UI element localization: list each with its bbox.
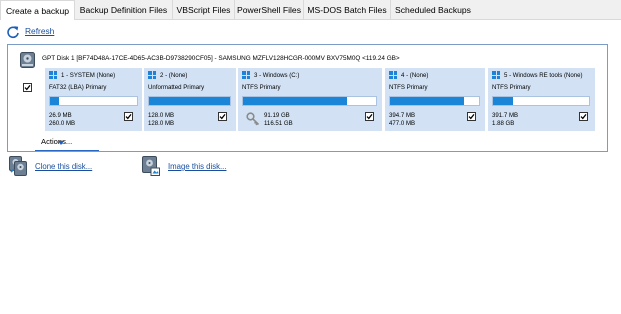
image-disk-icon[interactable] [142,156,160,176]
partition-used: 394.7 MB [389,112,416,119]
partition-card[interactable]: 2 - (None) Unformatted Primary 128.0 MB … [144,68,236,131]
partition-usage-fill [390,97,464,105]
refresh-icon[interactable] [6,25,20,39]
partition-total: 477.0 MB [389,120,416,127]
partition-used: 128.0 MB [148,112,175,119]
partition-usage-bar [49,96,138,106]
hard-disk-icon [20,52,35,68]
partition-type: Unformatted Primary [148,84,205,91]
partition-total: 116.51 GB [264,120,293,127]
partition-usage-bar [242,96,377,106]
partition-usage-bar [492,96,590,106]
partition-total: 1.88 GB [492,120,515,127]
windows-icon [389,71,397,79]
partition-usage-bar [389,96,480,106]
partition-used: 91.19 GB [264,112,290,119]
chevron-down-icon[interactable] [58,141,64,145]
actions-menu-button[interactable]: Actions... [41,137,72,146]
check-icon [366,113,373,120]
windows-icon [242,71,250,79]
clone-disk-icon[interactable] [9,156,27,176]
partition-name: 5 - Windows RE tools (None) [504,72,583,79]
partition-type: NTFS Primary [389,84,428,91]
partition-used: 391.7 MB [492,112,519,119]
partition-used: 26.9 MB [49,112,72,119]
partition-card[interactable]: 3 - Windows (C:) NTFS Primary 91.19 GB 1… [238,68,382,131]
disk-title: GPT Disk 1 [BF74D48A-17CE-4D65-AC3B-D973… [42,55,400,62]
tab-vbscript-files[interactable]: VBScript Files [173,0,235,19]
tab-scheduled-backups[interactable]: Scheduled Backups [391,0,475,19]
windows-icon [49,71,57,79]
partition-checkbox[interactable] [579,112,588,121]
check-icon [24,84,31,91]
partition-name: 3 - Windows (C:) [254,72,300,79]
disk-panel: GPT Disk 1 [BF74D48A-17CE-4D65-AC3B-D973… [7,44,608,152]
image-disk-link[interactable]: Image this disk... [142,156,252,176]
check-icon [125,113,132,120]
check-icon [219,113,226,120]
windows-icon [492,71,500,79]
partition-card[interactable]: 1 - SYSTEM (None) FAT32 (LBA) Primary 26… [45,68,142,131]
disk-select-checkbox[interactable] [23,83,32,92]
boot-key-icon [246,112,260,126]
actions-underline [35,150,99,151]
partition-card[interactable]: 5 - Windows RE tools (None) NTFS Primary… [488,68,595,131]
partition-usage-fill [493,97,514,105]
partition-total: 128.0 MB [148,120,175,127]
partition-name: 1 - SYSTEM (None) [61,72,116,79]
clone-disk-label[interactable]: Clone this disk... [35,162,92,171]
partition-total: 260.0 MB [49,120,76,127]
windows-icon [148,71,156,79]
partition-checkbox[interactable] [467,112,476,121]
refresh-label[interactable]: Refresh [25,26,54,36]
partition-usage-fill [243,97,347,105]
partition-checkbox[interactable] [124,112,133,121]
tab-powershell-files[interactable]: PowerShell Files [235,0,304,19]
tab-create-backup[interactable]: Create a backup [0,0,75,20]
partition-usage-fill [50,97,59,105]
tab-msdos-batch-files[interactable]: MS-DOS Batch Files [304,0,391,19]
tab-backup-definition-files[interactable]: Backup Definition Files [75,0,173,19]
check-icon [468,113,475,120]
partition-name: 2 - (None) [160,72,188,79]
partition-type: NTFS Primary [242,84,281,91]
tab-bar: Create a backup Backup Definition Files … [0,0,621,20]
check-icon [580,113,587,120]
partition-usage-fill [149,97,230,105]
partition-type: FAT32 (LBA) Primary [49,84,107,91]
partition-card[interactable]: 4 - (None) NTFS Primary 394.7 MB 477.0 M… [385,68,485,131]
clone-disk-link[interactable]: Clone this disk... [9,156,119,176]
partition-name: 4 - (None) [401,72,429,79]
partition-checkbox[interactable] [365,112,374,121]
image-disk-label[interactable]: Image this disk... [168,162,227,171]
partition-checkbox[interactable] [218,112,227,121]
partition-usage-bar [148,96,231,106]
partition-type: NTFS Primary [492,84,531,91]
